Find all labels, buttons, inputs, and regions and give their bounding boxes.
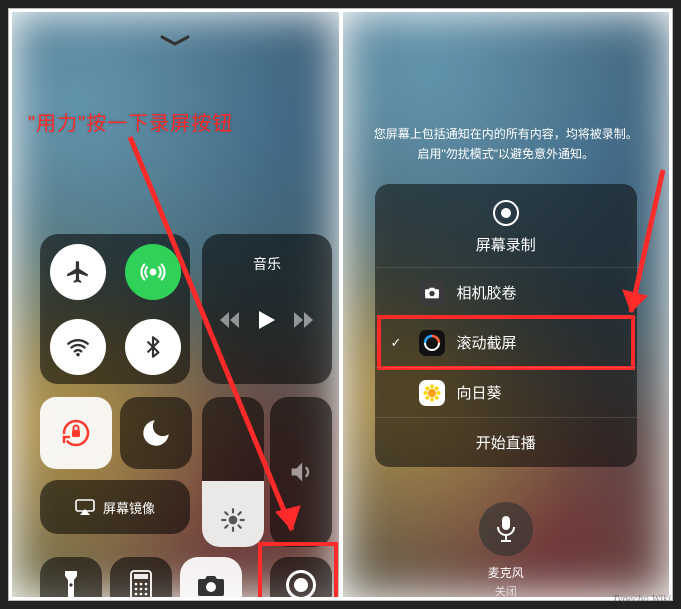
flashlight-button[interactable] <box>40 557 102 597</box>
music-label: 音乐 <box>202 234 332 274</box>
option-label: 相机胶卷 <box>457 282 517 303</box>
volume-slider[interactable] <box>270 397 332 547</box>
play-icon[interactable] <box>258 310 276 335</box>
prev-track-icon[interactable] <box>219 311 241 334</box>
watermark: Typecho.Wiki <box>612 593 671 605</box>
cellular-button[interactable] <box>125 244 181 300</box>
microphone-icon <box>495 515 517 543</box>
brightness-icon <box>220 507 246 533</box>
brightness-slider[interactable] <box>202 397 264 547</box>
left-screenshot: "用力"按一下录屏按钮 音乐 <box>12 12 339 597</box>
sunflower-icon <box>419 380 445 406</box>
camera-button[interactable] <box>180 557 242 597</box>
screen-mirror-button[interactable]: 屏幕镜像 <box>40 480 190 534</box>
option-scroll-screenshot[interactable]: ✓ 滚动截屏 <box>375 317 638 367</box>
record-icon <box>493 200 519 226</box>
option-sunflower[interactable]: 向日葵 <box>375 367 638 417</box>
airplane-mode-button[interactable] <box>50 244 106 300</box>
next-track-icon[interactable] <box>293 311 315 334</box>
camera-roll-icon <box>419 280 445 306</box>
scroll-shot-icon <box>419 330 445 356</box>
mic-label: 麦克风 <box>343 564 670 581</box>
orientation-lock-button[interactable] <box>40 397 112 469</box>
option-label: 滚动截屏 <box>457 332 517 353</box>
airplay-icon <box>75 499 95 515</box>
calculator-button[interactable] <box>110 557 172 597</box>
screen-record-button[interactable] <box>270 557 332 597</box>
do-not-disturb-button[interactable] <box>120 397 192 469</box>
start-live-button[interactable]: 开始直播 <box>375 417 638 453</box>
right-screenshot: 您屏幕上包括通知在内的所有内容，均将被录制。 启用"勿扰模式"以避免意外通知。 … <box>343 12 670 597</box>
music-tile[interactable]: 音乐 <box>202 234 332 384</box>
microphone-toggle[interactable] <box>479 502 533 556</box>
screen-record-sheet: 屏幕录制 相机胶卷 ✓ 滚动截屏 <box>375 184 638 467</box>
sheet-title: 屏幕录制 <box>375 234 638 255</box>
record-description: 您屏幕上包括通知在内的所有内容，均将被录制。 启用"勿扰模式"以避免意外通知。 <box>343 124 670 165</box>
annotation-text: "用力"按一下录屏按钮 <box>28 107 233 136</box>
connectivity-tile[interactable] <box>40 234 190 384</box>
chevron-down-icon <box>160 34 190 52</box>
option-label: 向日葵 <box>457 382 502 403</box>
option-camera-roll[interactable]: 相机胶卷 <box>375 267 638 317</box>
screen-mirror-label: 屏幕镜像 <box>103 498 155 517</box>
bluetooth-button[interactable] <box>125 319 181 375</box>
wifi-button[interactable] <box>50 319 106 375</box>
speaker-icon <box>287 458 315 486</box>
